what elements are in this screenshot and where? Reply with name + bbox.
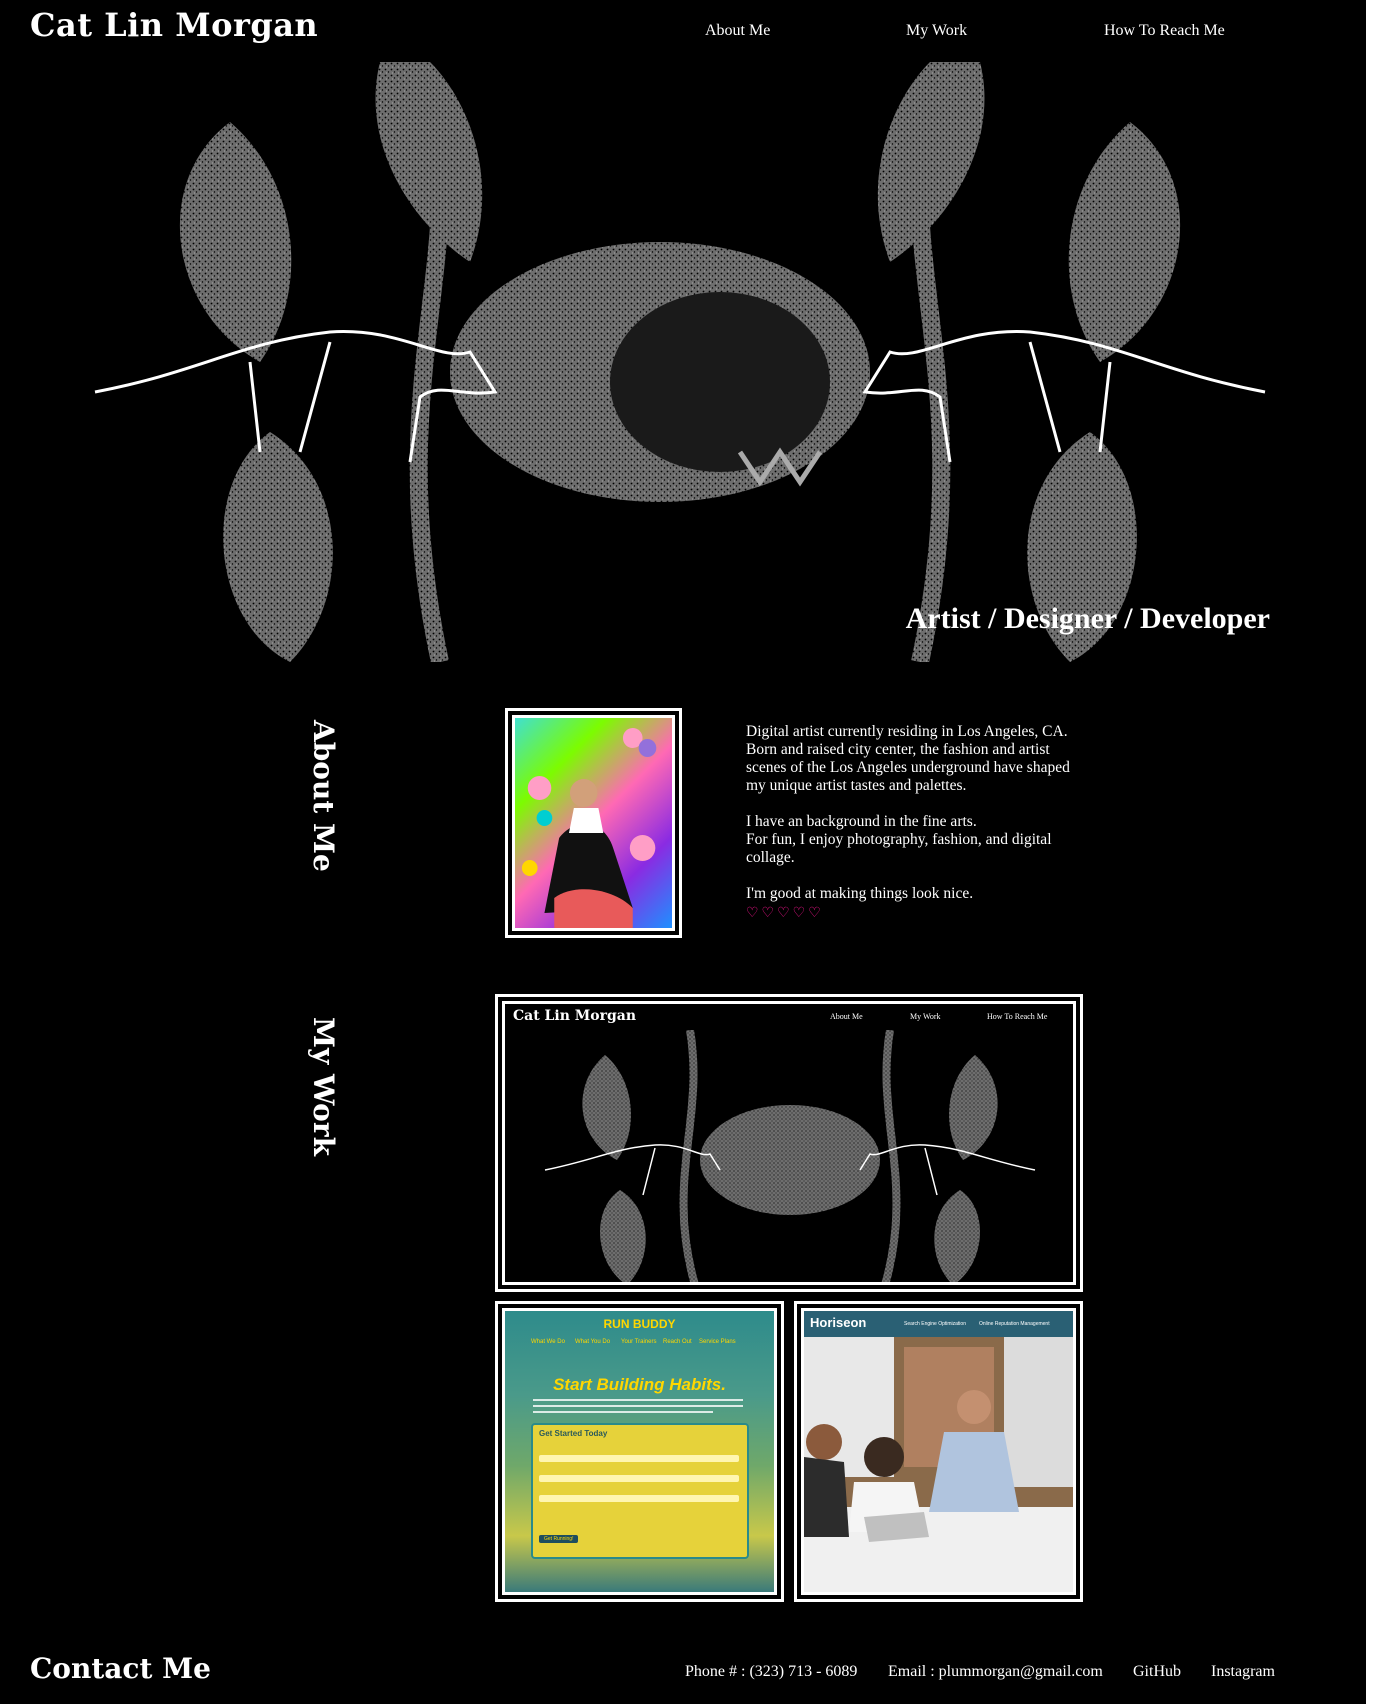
- run-buddy-nav-1: What We Do: [531, 1339, 565, 1345]
- about-paragraph-background: I have an background in the fine arts.: [746, 813, 977, 830]
- my-work-heading: My Work: [307, 1017, 340, 1157]
- run-buddy-nav-2: What You Do: [575, 1339, 611, 1345]
- about-me-heading: About Me: [307, 720, 340, 872]
- about-text: Digital artist currently residing in Los…: [746, 723, 1076, 923]
- hero-tagline: Artist / Designer / Developer: [905, 602, 1270, 635]
- nav-how-to-reach-me[interactable]: How To Reach Me: [1104, 22, 1225, 40]
- preview-nav-work: My Work: [910, 1012, 941, 1021]
- run-buddy-nav-5: Service Plans: [699, 1339, 736, 1345]
- preview-nav-about: About Me: [830, 1012, 863, 1021]
- run-buddy-headline: Start Building Habits.: [553, 1375, 726, 1394]
- run-buddy-form: Get Started Today Get Running!: [531, 1423, 749, 1559]
- window-edge: [1366, 0, 1374, 1704]
- hero-banner: Artist / Designer / Developer: [0, 62, 1366, 662]
- run-buddy-brand: RUN BUDDY: [603, 1317, 676, 1331]
- contact-email-link[interactable]: Email : plummorgan@gmail.com: [888, 1663, 1103, 1681]
- project-run-buddy-screenshot: RUN BUDDY What We Do What You Do Your Tr…: [502, 1308, 777, 1595]
- horiseon-nav-seo: Search Engine Optimization: [904, 1321, 966, 1327]
- about-paragraph-hobbies: For fun, I enjoy photography, fashion, a…: [746, 831, 1052, 866]
- preview-nav-reach: How To Reach Me: [987, 1012, 1048, 1021]
- preview-site-title: Cat Lin Morgan: [513, 1008, 637, 1024]
- project-horiseon-card[interactable]: Horiseon Search Engine Optimization Onli…: [794, 1301, 1083, 1602]
- run-buddy-button: Get Running!: [539, 1535, 579, 1543]
- run-buddy-form-title: Get Started Today: [539, 1429, 608, 1438]
- page: Cat Lin Morgan About Me My Work How To R…: [0, 0, 1366, 1704]
- instagram-link[interactable]: Instagram: [1211, 1663, 1275, 1681]
- preview-hero-artwork: [544, 1030, 1036, 1282]
- horiseon-team-photo: [804, 1337, 1073, 1592]
- horiseon-brand: Horiseon: [810, 1315, 867, 1330]
- horiseon-nav-orm: Online Reputation Management: [979, 1321, 1050, 1327]
- about-paragraph-skills: I'm good at making things look nice.: [746, 885, 974, 902]
- contact-me-heading: Contact Me: [30, 1652, 211, 1685]
- hero-artwork: [94, 62, 1266, 662]
- hearts-decoration: ♡♡♡♡♡: [746, 906, 824, 921]
- about-photo-frame: [505, 708, 682, 938]
- project-portfolio-screenshot: Cat Lin Morgan About Me My Work How To R…: [502, 1001, 1076, 1285]
- project-portfolio-card[interactable]: Cat Lin Morgan About Me My Work How To R…: [495, 994, 1083, 1292]
- project-horiseon-screenshot: Horiseon Search Engine Optimization Onli…: [801, 1308, 1076, 1595]
- run-buddy-nav-3: Your Trainers: [621, 1339, 657, 1345]
- project-run-buddy-card[interactable]: RUN BUDDY What We Do What You Do Your Tr…: [495, 1301, 784, 1602]
- run-buddy-nav-4: Reach Out: [663, 1339, 692, 1345]
- contact-phone: Phone # : (323) 713 - 6089: [685, 1663, 858, 1680]
- site-title[interactable]: Cat Lin Morgan: [30, 6, 318, 44]
- nav-my-work[interactable]: My Work: [906, 22, 967, 40]
- about-paragraph-bio: Digital artist currently residing in Los…: [746, 723, 1070, 794]
- github-link[interactable]: GitHub: [1133, 1663, 1181, 1681]
- nav-about-me[interactable]: About Me: [705, 22, 770, 40]
- about-photo: [512, 715, 675, 931]
